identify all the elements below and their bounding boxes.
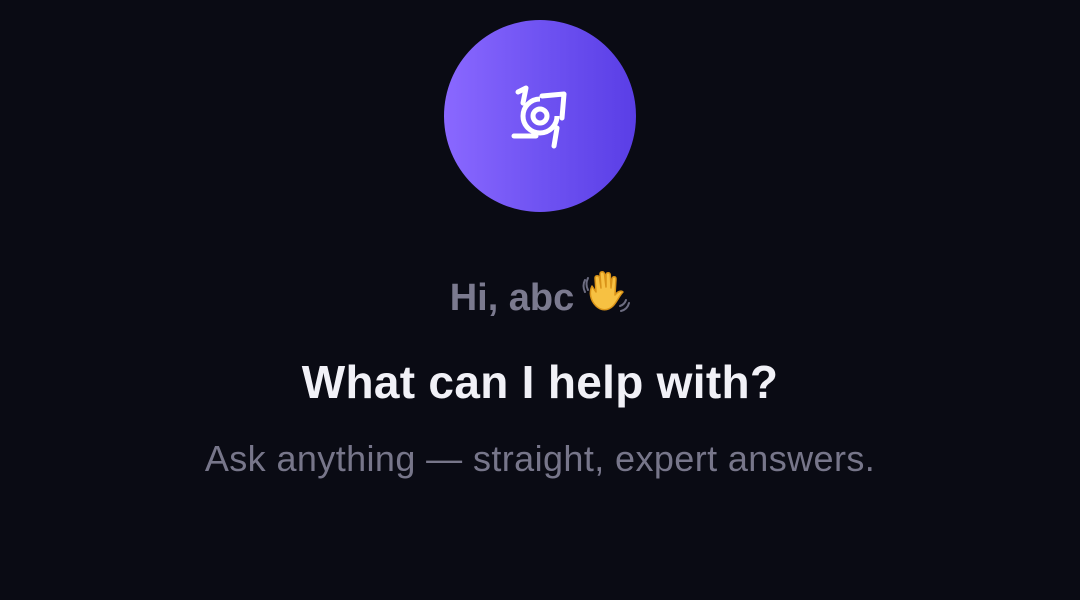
welcome-screen: Hi, abc What can I help with? Ask anythi… — [0, 0, 1080, 600]
page-title: What can I help with? — [301, 356, 779, 408]
assistant-logo — [444, 20, 636, 212]
greeting-text: Hi, abc — [449, 277, 575, 319]
page-subtitle: Ask anything — straight, expert answers. — [204, 438, 876, 479]
aperture-logo-icon — [511, 85, 567, 149]
greeting: Hi, abc — [0, 266, 1080, 328]
waving-hand-icon — [582, 266, 631, 328]
